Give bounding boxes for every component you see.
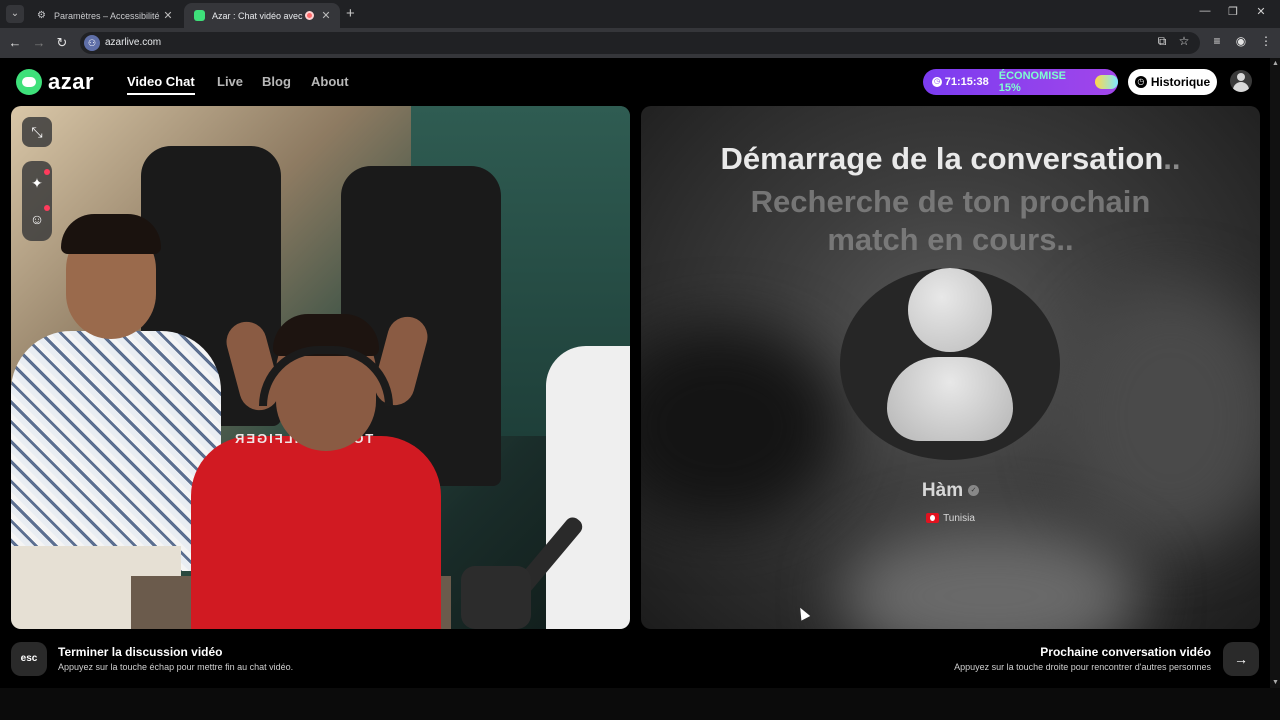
minimize-window-icon[interactable]: — (1195, 5, 1215, 17)
history-label: Historique (1150, 75, 1211, 89)
notification-dot (44, 169, 50, 175)
close-window-icon[interactable]: ✕ (1251, 5, 1271, 18)
browser-menu-icon[interactable]: ⋮ (1257, 34, 1275, 48)
azar-favicon-icon (194, 10, 205, 21)
notification-dot (44, 205, 50, 211)
reload-icon[interactable]: ↻ (53, 34, 71, 52)
nav-live[interactable]: Live (217, 74, 243, 89)
scroll-up-icon[interactable]: ▲ (1272, 60, 1279, 67)
install-app-icon[interactable]: ⧉ (1153, 34, 1171, 49)
peer-country: Tunisia (641, 513, 1260, 524)
end-chat-hint: Appuyez sur la touche échap pour mettre … (58, 662, 294, 672)
peer-avatar-placeholder-icon (840, 268, 1060, 460)
scroll-down-icon[interactable]: ▼ (1272, 679, 1279, 686)
self-video-feed: TOMMY HILFIGER ⤡ ✦ ☺ (11, 106, 630, 629)
connecting-title: Démarrage de la conversation.. (641, 141, 1260, 177)
tab-title: Azar : Chat vidéo avec de n (212, 10, 305, 21)
page-scrollbar[interactable]: ▲ ▼ (1270, 58, 1280, 688)
microphone (461, 486, 611, 629)
next-chat-title: Prochaine conversation vidéo (1040, 645, 1211, 659)
tab-azar[interactable]: Azar : Chat vidéo avec de n ✕ (184, 3, 340, 28)
nav-blog[interactable]: Blog (262, 74, 291, 89)
red-shirt (191, 436, 441, 629)
restore-window-icon[interactable]: ❐ (1223, 5, 1243, 18)
url-text: azarlive.com (105, 37, 162, 48)
end-chat-esc-button[interactable]: esc (11, 642, 47, 676)
tab-title: Paramètres – Accessibilité (54, 10, 160, 21)
recording-indicator-icon (305, 11, 314, 20)
tab-close-icon[interactable]: ✕ (162, 9, 174, 22)
promo-timer: 71:15:38 (944, 76, 989, 88)
promo-badge[interactable]: ◷ 71:15:38 ÉCONOMISE 15% (923, 69, 1118, 95)
blurred-background (841, 526, 1141, 629)
address-bar[interactable]: ⚇ azarlive.com (80, 32, 1200, 54)
page-bottom-strip (0, 688, 1280, 720)
site-info-icon[interactable]: ⚇ (84, 35, 100, 51)
effects-toolbar: ✦ ☺ (22, 161, 52, 241)
user-avatar-icon[interactable] (1230, 70, 1252, 92)
tunisia-flag-icon (926, 513, 940, 524)
azar-logo[interactable]: azar (16, 69, 94, 95)
mouse-cursor-icon (795, 605, 811, 621)
end-chat-title: Terminer la discussion vidéo (58, 645, 223, 659)
peer-name-text: Hàm (921, 480, 964, 501)
logo-text: azar (48, 69, 95, 94)
connecting-title-text: Démarrage de la conversation (720, 141, 1164, 176)
patterned-shirt (11, 331, 221, 571)
new-tab-plus-icon[interactable]: + (346, 5, 355, 22)
history-clock-icon: ◷ (1134, 76, 1147, 88)
nav-about[interactable]: About (311, 74, 349, 89)
tab-search-chevron-icon[interactable]: ⌄ (6, 5, 24, 23)
azar-logo-icon (16, 69, 42, 95)
minimize-video-icon[interactable]: ⤡ (22, 117, 52, 147)
verified-badge-icon: ✓ (968, 485, 980, 497)
gear-icon: ⚙ (37, 10, 46, 21)
back-arrow-icon[interactable]: ← (6, 34, 24, 52)
peer-country-text: Tunisia (943, 513, 975, 524)
peer-video-panel: Démarrage de la conversation.. Recherche… (641, 106, 1260, 629)
azar-page: azar Video Chat Live Blog About ◷ 71:15:… (0, 58, 1280, 720)
history-button[interactable]: ◷ Historique (1128, 69, 1217, 95)
next-chat-hint: Appuyez sur la touche droite pour rencon… (954, 662, 1211, 672)
tab-settings[interactable]: ⚙ Paramètres – Accessibilité ✕ (26, 3, 182, 28)
searching-subtitle: Recherche de ton prochain match en cours… (750, 184, 1151, 257)
profile-icon[interactable]: ◉ (1232, 34, 1250, 48)
promo-text: ÉCONOMISE 15% (998, 70, 1067, 94)
nav-video-chat[interactable]: Video Chat (127, 74, 195, 95)
reading-list-icon[interactable]: ≡ (1208, 34, 1226, 48)
peer-name: Hàm ✓ (641, 480, 1260, 502)
tab-close-icon[interactable]: ✕ (320, 9, 332, 22)
person-hair (61, 214, 161, 254)
gems-icon (1094, 75, 1118, 89)
next-chat-arrow-button[interactable]: → (1223, 642, 1259, 676)
title-dots: .. (1163, 141, 1181, 176)
blurred-background (1061, 286, 1260, 546)
bookmark-star-icon[interactable]: ☆ (1175, 34, 1193, 48)
forward-arrow-icon[interactable]: → (30, 34, 48, 52)
browser-tab-bar: ⌄ ⚙ Paramètres – Accessibilité ✕ Azar : … (0, 0, 1280, 28)
browser-toolbar: ← → ↻ ⚇ azarlive.com ⧉ ☆ ≡ ◉ ⋮ (0, 28, 1280, 58)
timer-clock-icon: ◷ (932, 77, 942, 87)
